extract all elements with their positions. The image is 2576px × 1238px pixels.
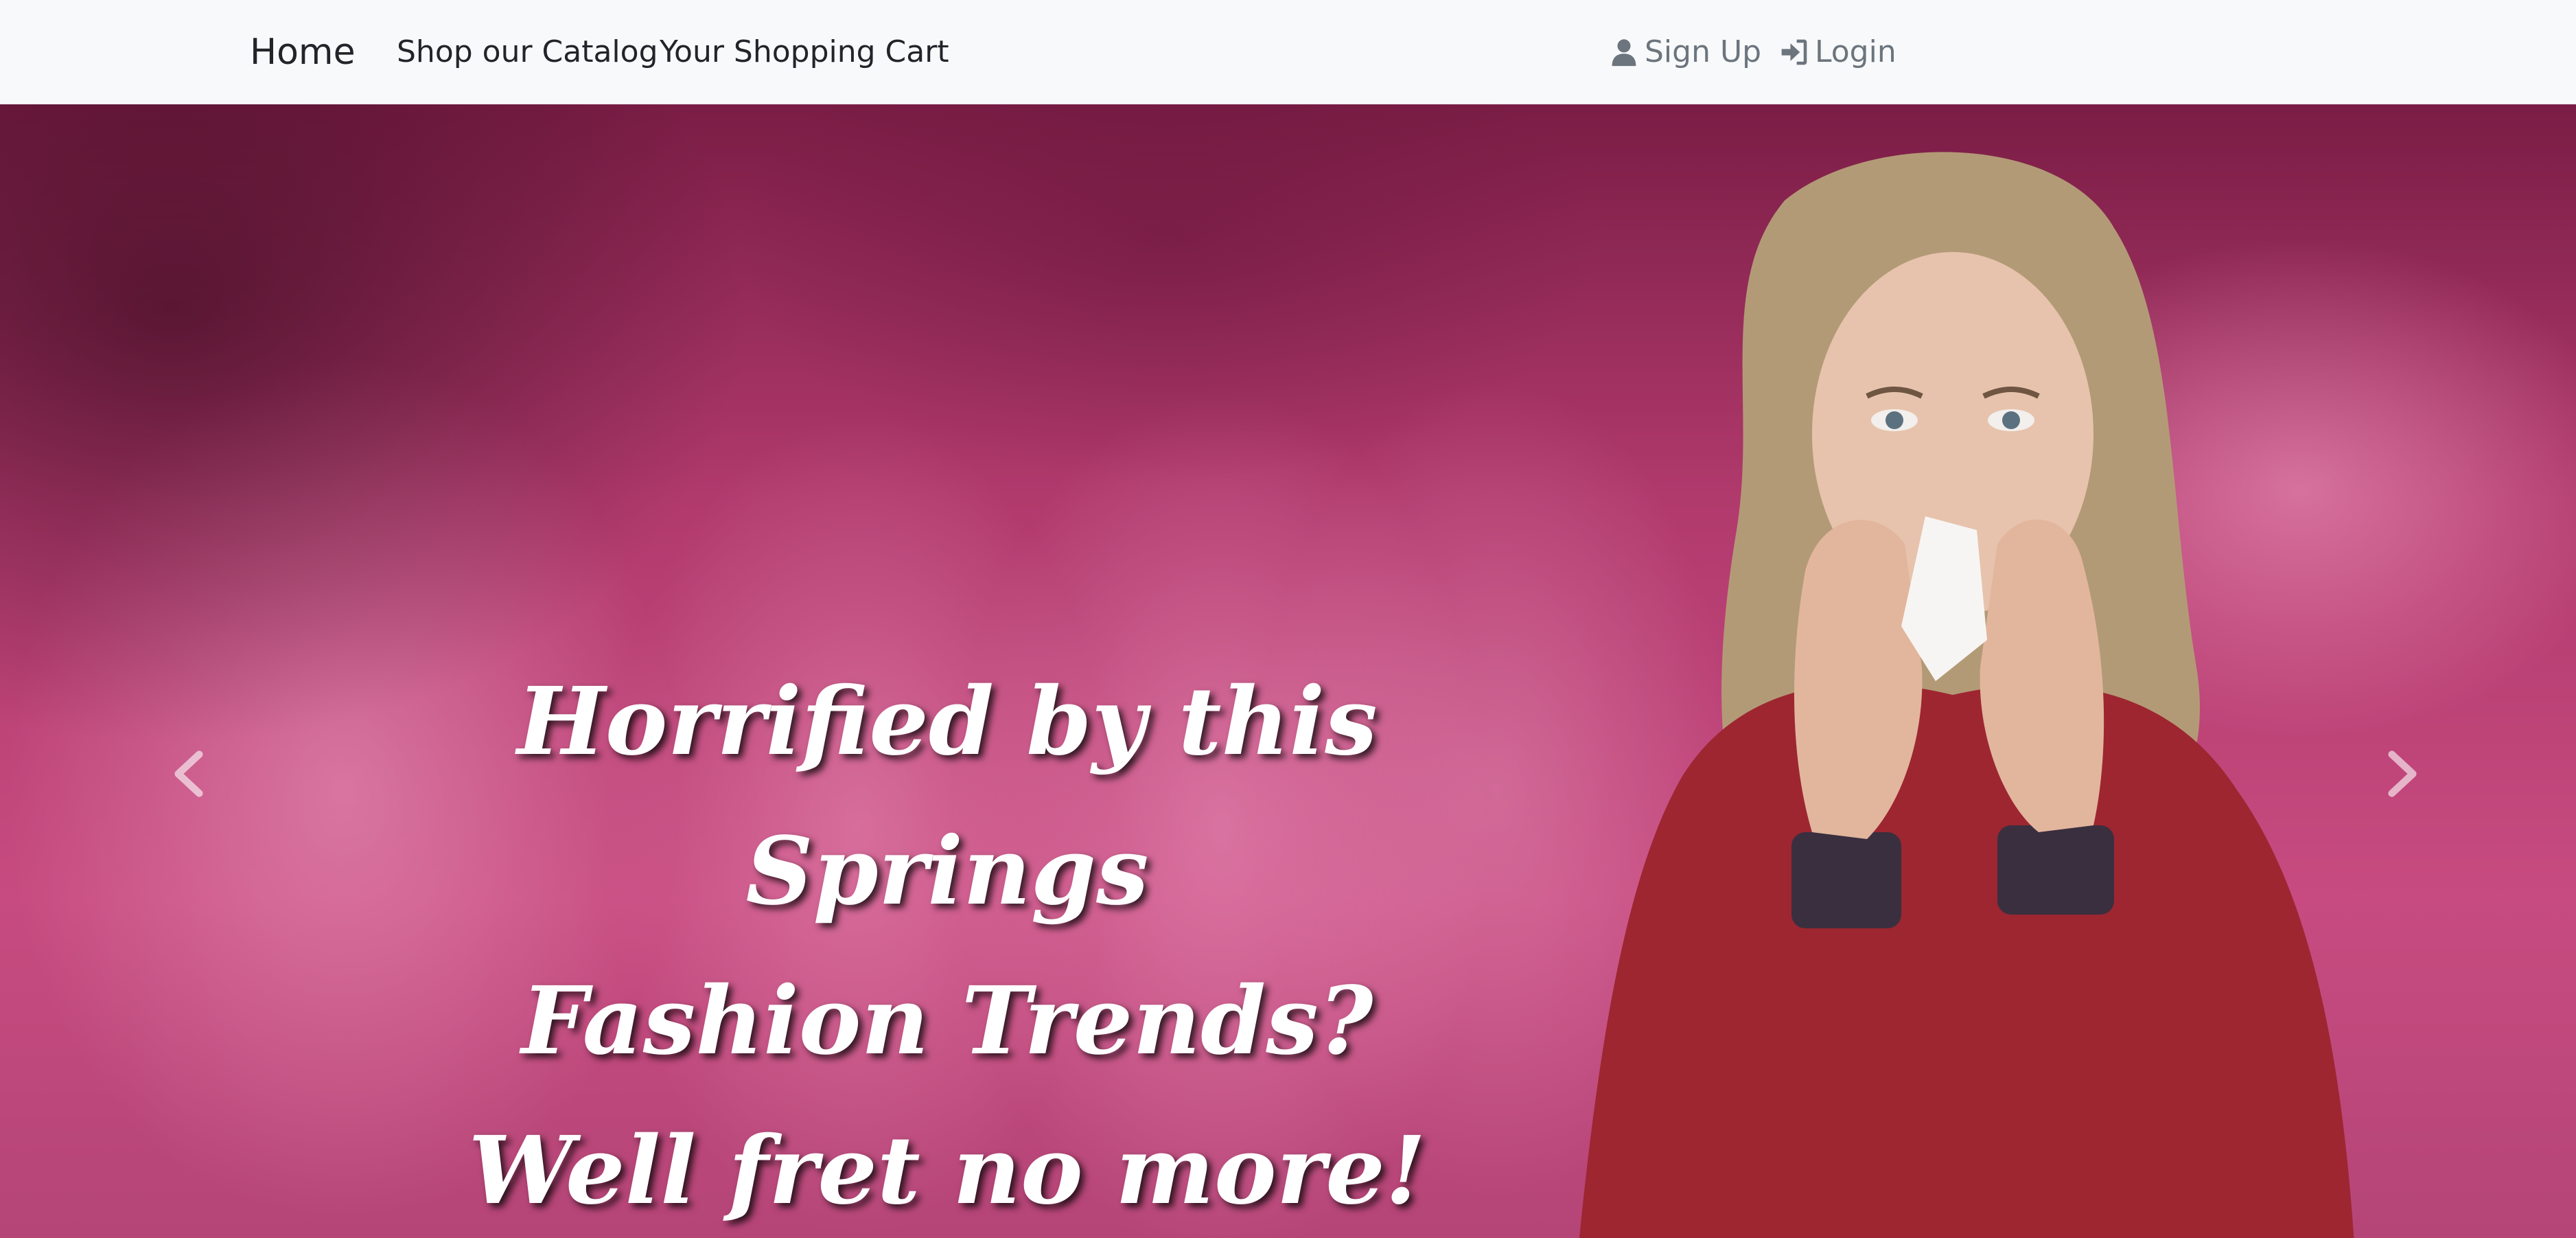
login-label: Login: [1815, 34, 1896, 69]
sign-up-label: Sign Up: [1645, 34, 1762, 69]
caption-line-3: Well fret no more!: [468, 1116, 1426, 1226]
sign-up-link[interactable]: Sign Up: [1609, 0, 1761, 104]
chevron-right-icon: [2388, 750, 2417, 797]
caption-line-2: Fashion Trends?: [521, 966, 1373, 1076]
top-navbar: Home Shop our Catalog Your Shopping Cart…: [0, 0, 2576, 104]
hero-caption: Horrified by this Springs Fashion Trends…: [398, 647, 1496, 1238]
login-icon: [1781, 39, 1807, 65]
hero-carousel: Horrified by this Springs Fashion Trends…: [0, 104, 2576, 1238]
caption-line-1: Horrified by this Springs: [517, 667, 1378, 926]
login-link[interactable]: Login: [1779, 0, 1896, 104]
carousel-prev-button[interactable]: [165, 750, 213, 798]
chevron-left-icon: [174, 750, 203, 797]
nav-shopping-cart-link[interactable]: Your Shopping Cart: [660, 0, 949, 104]
brand-home-link[interactable]: Home: [250, 0, 356, 104]
crying-woman-photo: [1579, 152, 2354, 1238]
user-icon: [1612, 39, 1636, 67]
nav-shop-catalog-link[interactable]: Shop our Catalog: [397, 0, 658, 104]
carousel-next-button[interactable]: [2378, 750, 2426, 798]
